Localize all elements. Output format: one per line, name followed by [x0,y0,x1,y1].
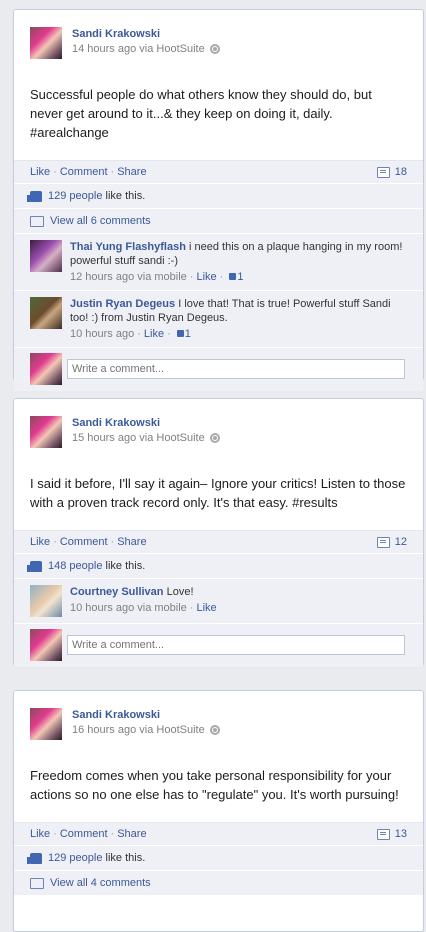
post-timestamp[interactable]: 16 hours ago via HootSuite [72,724,205,736]
view-all-comments-link[interactable]: View all 4 comments [50,877,151,889]
comment-count[interactable]: 13 [376,828,407,840]
comment-like-count[interactable]: 1 [237,271,243,283]
post-actions: Like · Comment · Share 13 [14,822,423,845]
comment-text: Love! [166,586,194,598]
thumbs-up-icon [176,330,184,337]
commenter-avatar[interactable] [30,585,62,617]
author-avatar[interactable] [30,708,62,740]
post-card: Sandi Krakowski 14 hours ago via HootSui… [13,9,424,391]
post-text: I said it before, I'll say it again– Ign… [30,476,406,510]
likes-row: 129 people like this. [14,183,423,208]
post-text: Freedom comes when you take personal res… [30,768,399,802]
comment-like-link[interactable]: Like [196,271,216,283]
post-timestamp[interactable]: 14 hours ago via HootSuite [72,43,205,55]
comment-like-link[interactable]: Like [144,328,164,340]
author-avatar[interactable] [30,27,62,59]
commenter-name[interactable]: Thai Yung Flashyflash [70,241,186,253]
comment-count[interactable]: 12 [376,536,407,548]
viewer-avatar [30,629,62,661]
comment-input[interactable] [67,359,405,379]
post-actions: Like · Comment · Share 18 [14,160,423,183]
comment-like-link[interactable]: Like [196,602,216,614]
viewer-avatar [30,353,62,385]
write-comment-row [14,623,423,667]
author-name[interactable]: Sandi Krakowski [72,28,220,40]
post-meta: 15 hours ago via HootSuite [72,432,220,444]
globe-icon [209,44,220,54]
share-link[interactable]: Share [117,828,146,840]
comment-count-icon [376,536,390,548]
comment-item: Thai Yung Flashyflash i need this on a p… [14,233,423,290]
author-name[interactable]: Sandi Krakowski [72,709,220,721]
post-meta: 14 hours ago via HootSuite [72,43,220,55]
comment-count-icon [376,166,390,178]
post-header: Sandi Krakowski 15 hours ago via HootSui… [14,399,423,456]
commenter-name[interactable]: Courtney Sullivan [70,586,164,598]
post-card: Sandi Krakowski 16 hours ago via HootSui… [13,690,424,932]
comment-count[interactable]: 18 [376,166,407,178]
like-link[interactable]: Like [30,536,50,548]
post-header: Sandi Krakowski 16 hours ago via HootSui… [14,691,423,748]
post-actions: Like · Comment · Share 12 [14,530,423,553]
like-link[interactable]: Like [30,166,50,178]
comment-input[interactable] [67,635,405,655]
likes-row: 129 people like this. [14,845,423,870]
post-meta: 16 hours ago via HootSuite [72,724,220,736]
thumbs-up-icon [229,273,237,280]
post-text: Successful people do what others know th… [30,87,372,140]
share-link[interactable]: Share [117,536,146,548]
post-timestamp[interactable]: 15 hours ago via HootSuite [72,432,205,444]
commenter-avatar[interactable] [30,297,62,329]
comment-item: Courtney Sullivan Love! 10 hours ago via… [14,578,423,623]
globe-icon [209,433,220,443]
view-all-comments-row[interactable]: View all 6 comments [14,208,423,233]
comment-link[interactable]: Comment [60,166,108,178]
comment-meta: 12 hours ago via mobile · Like · 1 [70,271,244,283]
author-name[interactable]: Sandi Krakowski [72,417,220,429]
view-all-comments-link[interactable]: View all 6 comments [50,215,151,227]
likes-link[interactable]: 129 people [48,852,102,864]
thumbs-up-icon [27,560,42,572]
comment-link[interactable]: Comment [60,828,108,840]
write-comment-row [14,347,423,391]
likes-link[interactable]: 129 people [48,190,102,202]
share-link[interactable]: Share [117,166,146,178]
post-card: Sandi Krakowski 15 hours ago via HootSui… [13,398,424,667]
speech-bubble-icon [30,215,44,227]
view-all-comments-row[interactable]: View all 4 comments [14,870,423,895]
thumbs-up-icon [27,852,42,864]
likes-link[interactable]: 148 people [48,560,102,572]
commenter-name[interactable]: Justin Ryan Degeus [70,298,175,310]
comment-meta: 10 hours ago · Like · 1 [70,328,191,340]
globe-icon [209,725,220,735]
comment-like-count[interactable]: 1 [185,328,191,340]
comment-item: Justin Ryan Degeus I love that! That is … [14,290,423,347]
author-avatar[interactable] [30,416,62,448]
commenter-avatar[interactable] [30,240,62,272]
like-link[interactable]: Like [30,828,50,840]
comment-link[interactable]: Comment [60,536,108,548]
thumbs-up-icon [27,190,42,202]
speech-bubble-icon [30,877,44,889]
post-header: Sandi Krakowski 14 hours ago via HootSui… [14,10,423,67]
likes-row: 148 people like this. [14,553,423,578]
comment-count-icon [376,828,390,840]
comment-meta: 10 hours ago via mobile · Like [70,602,217,614]
